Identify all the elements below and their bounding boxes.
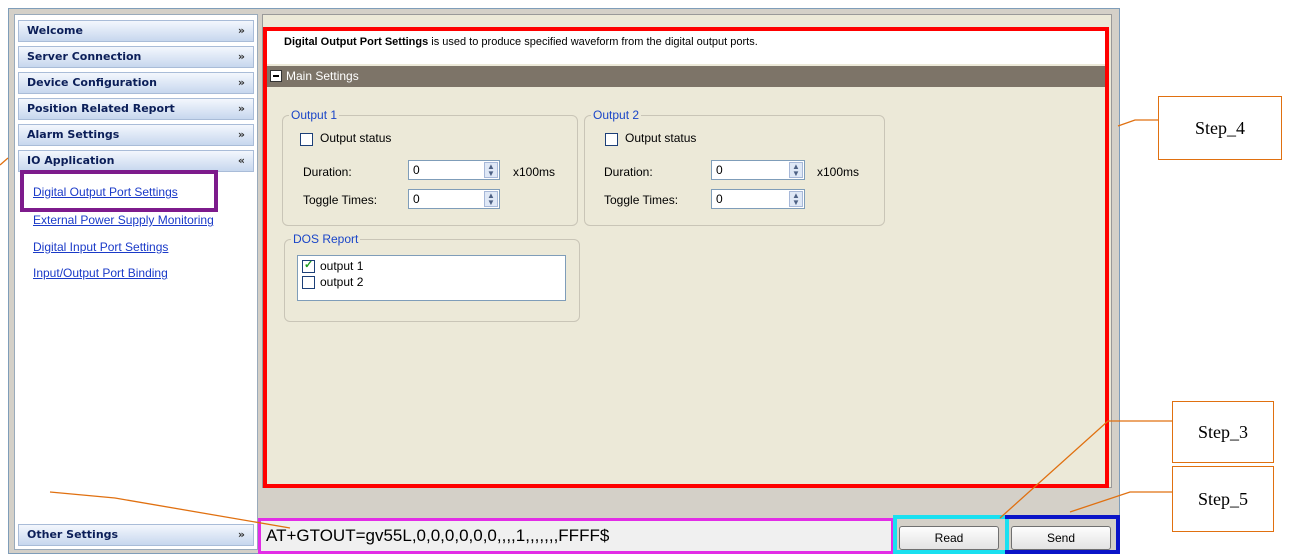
- step-5-callout: Step_5: [1172, 466, 1274, 532]
- step-4-callout: Step_4: [1158, 96, 1282, 160]
- step-3-callout: Step_3: [1172, 401, 1274, 463]
- callout-lines: [0, 119, 1172, 529]
